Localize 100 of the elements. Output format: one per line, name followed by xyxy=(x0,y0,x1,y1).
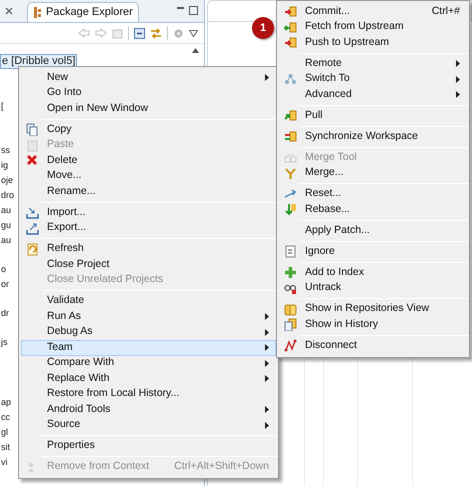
tree-item[interactable]: sit xyxy=(0,440,11,455)
cylinders-icon xyxy=(284,302,296,316)
menu-item-label: Add to Index xyxy=(304,264,365,280)
menu-item-label: Go Into xyxy=(46,85,82,100)
menu-item[interactable]: Move... xyxy=(21,168,276,184)
menu-item[interactable]: Properties xyxy=(21,438,276,454)
menu-item-label: Refresh xyxy=(46,241,85,256)
menu-item[interactable]: Show in History xyxy=(279,317,467,332)
menu-item-label: Fetch from Upstream xyxy=(304,19,405,34)
menu-item[interactable]: Ignore xyxy=(279,244,467,260)
menu-item[interactable]: New xyxy=(21,70,276,86)
menu-item[interactable]: Reset... xyxy=(279,186,467,202)
link-arrows-icon[interactable] xyxy=(150,28,162,38)
menu-item[interactable]: Source xyxy=(21,418,276,433)
shortcut-label: Ctrl+Alt+Shift+Down xyxy=(174,459,269,474)
menu-item[interactable]: Synchronize Workspace xyxy=(279,129,467,144)
tree-item[interactable]: gu xyxy=(0,218,12,233)
down-arrow-icon xyxy=(284,203,296,216)
menu-item[interactable]: Open in New Window xyxy=(21,101,276,116)
menu-item[interactable]: Copy xyxy=(21,122,276,138)
repository-arrow-icon xyxy=(284,36,296,50)
menu-item[interactable]: Remote xyxy=(279,56,467,72)
repository-arrow-icon xyxy=(284,5,296,18)
menu-item-label: Close Project xyxy=(46,256,110,272)
menu-item-label: Reset... xyxy=(304,186,342,202)
tree-item[interactable]: oje xyxy=(0,173,14,188)
menu-item-label: Export... xyxy=(46,220,88,236)
tree-item[interactable]: ss xyxy=(0,143,11,158)
menu-item[interactable]: Commit... Ctrl+# xyxy=(279,4,467,20)
repository-arrow-icon xyxy=(284,109,296,122)
menu-item[interactable]: Show in Repositories View xyxy=(279,302,467,317)
tree-item[interactable]: [ xyxy=(0,99,5,114)
menu-item-label: Advanced xyxy=(304,86,353,102)
menu-item[interactable]: Untrack xyxy=(279,280,467,296)
tray-arrow-in-icon xyxy=(26,206,38,220)
view-tab[interactable]: Package Explorer xyxy=(27,2,139,22)
menu-item-label: Run As xyxy=(46,308,82,324)
menu-item[interactable]: Restore from Local History... xyxy=(21,386,276,402)
menu-item[interactable]: Rename... xyxy=(21,184,276,200)
tree-item[interactable]: gl xyxy=(0,425,10,440)
maximize-icon[interactable] xyxy=(189,6,198,15)
close-icon[interactable] xyxy=(5,7,13,15)
merge-icon xyxy=(284,166,296,180)
menu-item[interactable]: Disconnect xyxy=(279,338,467,354)
tray-arrow-out-icon xyxy=(26,222,38,235)
menu-item[interactable]: Team xyxy=(21,340,276,356)
menu-item[interactable]: Android Tools xyxy=(21,402,276,418)
tree-item[interactable]: js xyxy=(0,335,8,350)
menu-item-label: Switch To xyxy=(304,71,351,86)
menu-item[interactable]: Delete xyxy=(21,153,276,168)
menu-item[interactable]: Compare With xyxy=(21,356,276,371)
tree-item[interactable]: o xyxy=(0,262,8,277)
menu-item-label: Merge... xyxy=(304,165,345,180)
menu-item[interactable]: Merge... xyxy=(279,166,467,181)
tree-item[interactable]: or xyxy=(0,277,10,292)
menu-item-label: Properties xyxy=(46,438,96,454)
menu-item[interactable]: Run As xyxy=(21,309,276,324)
tree-item[interactable]: au xyxy=(0,233,12,248)
tree-item[interactable]: dr xyxy=(0,306,10,321)
tree-item[interactable]: ap xyxy=(0,395,12,410)
scroll-up-icon[interactable] xyxy=(192,48,199,53)
collapse-all-icon[interactable] xyxy=(134,28,145,38)
menu-item[interactable]: Close Project xyxy=(21,257,276,272)
menu-item[interactable]: Pull xyxy=(279,108,467,124)
menu-item[interactable]: Export... xyxy=(21,220,276,236)
tree-item[interactable]: cc xyxy=(0,410,11,425)
package-icon xyxy=(33,7,42,18)
menu-item-label: Debug As xyxy=(46,324,94,340)
menu-item[interactable]: Advanced xyxy=(279,87,467,102)
plus-icon xyxy=(284,266,296,280)
menu-item[interactable]: Add to Index xyxy=(279,265,467,280)
menu-item[interactable]: Rebase... xyxy=(279,202,467,218)
menu-item-label: New xyxy=(46,70,70,85)
menu-item[interactable]: Validate xyxy=(21,294,276,309)
menu-item-label: Copy xyxy=(46,122,73,137)
menu-item-label: Close Unrelated Projects xyxy=(46,272,164,288)
menu-item[interactable]: Switch To xyxy=(279,72,467,87)
menu-item[interactable]: Import... xyxy=(21,205,276,220)
menu-item-label: Untrack xyxy=(304,280,342,296)
tree-item[interactable]: au xyxy=(0,203,12,218)
view-menu-icon[interactable] xyxy=(189,30,198,36)
tree-item[interactable]: ig xyxy=(0,158,10,173)
menu-item-label: Remote xyxy=(304,56,343,71)
tree-item[interactable]: vi xyxy=(0,455,8,470)
menu-item[interactable]: Fetch from Upstream xyxy=(279,20,467,35)
menu-item-label: Compare With xyxy=(46,355,116,370)
close-icon xyxy=(26,154,38,168)
menu-item[interactable]: Go Into xyxy=(21,86,276,101)
menu-item[interactable]: Debug As xyxy=(21,324,276,340)
menu-item-label: Team xyxy=(46,340,74,355)
document-icon xyxy=(284,245,296,258)
tree-item[interactable]: dro xyxy=(0,188,16,203)
menu-item-label: Source xyxy=(46,417,82,432)
menu-item[interactable]: Replace With xyxy=(21,371,276,386)
menu-item[interactable]: Apply Patch... xyxy=(279,223,467,238)
menu-item[interactable]: Push to Upstream xyxy=(279,35,467,50)
menu-item[interactable]: Refresh xyxy=(21,242,276,257)
branches-icon xyxy=(284,72,296,86)
menu-item-label: Validate xyxy=(46,293,86,308)
refresh-icon xyxy=(26,242,38,256)
